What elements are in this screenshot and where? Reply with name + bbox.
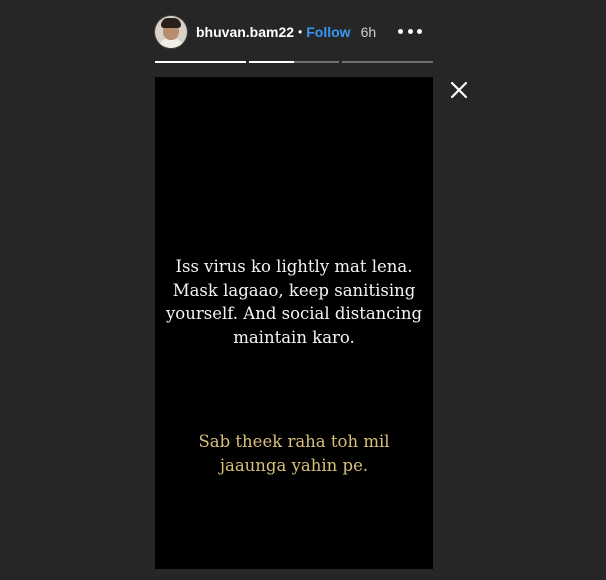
progress-segment-fill (155, 61, 246, 63)
close-icon[interactable] (449, 80, 469, 100)
story-header: bhuvan.bam22 • Follow 6h (155, 14, 433, 50)
post-time: 6h (360, 24, 377, 40)
story-content[interactable]: Iss virus ko lightly mat lena. Mask laga… (155, 77, 433, 569)
story-message-secondary: Sab theek raha toh mil jaaunga yahin pe. (198, 432, 390, 475)
username[interactable]: bhuvan.bam22 (196, 24, 294, 40)
progress-segment-fill (248, 61, 294, 63)
more-dot (417, 28, 422, 34)
progress-segment[interactable] (155, 61, 246, 63)
separator-dot: • (298, 25, 303, 39)
avatar[interactable] (155, 16, 187, 48)
more-dot (407, 28, 413, 34)
more-options-icon[interactable] (398, 24, 422, 38)
progress-segment[interactable] (248, 61, 340, 63)
avatar-hair (161, 18, 181, 28)
story-viewer: bhuvan.bam22 • Follow 6h Iss virus ko li… (0, 0, 606, 580)
follow-button[interactable]: Follow (306, 24, 350, 40)
progress-segment[interactable] (342, 61, 434, 63)
user-info: bhuvan.bam22 • Follow 6h (196, 24, 376, 40)
story-progress-bar (155, 61, 434, 63)
story-message-primary: Iss virus ko lightly mat lena. Mask laga… (165, 257, 423, 347)
more-dot (398, 28, 403, 34)
